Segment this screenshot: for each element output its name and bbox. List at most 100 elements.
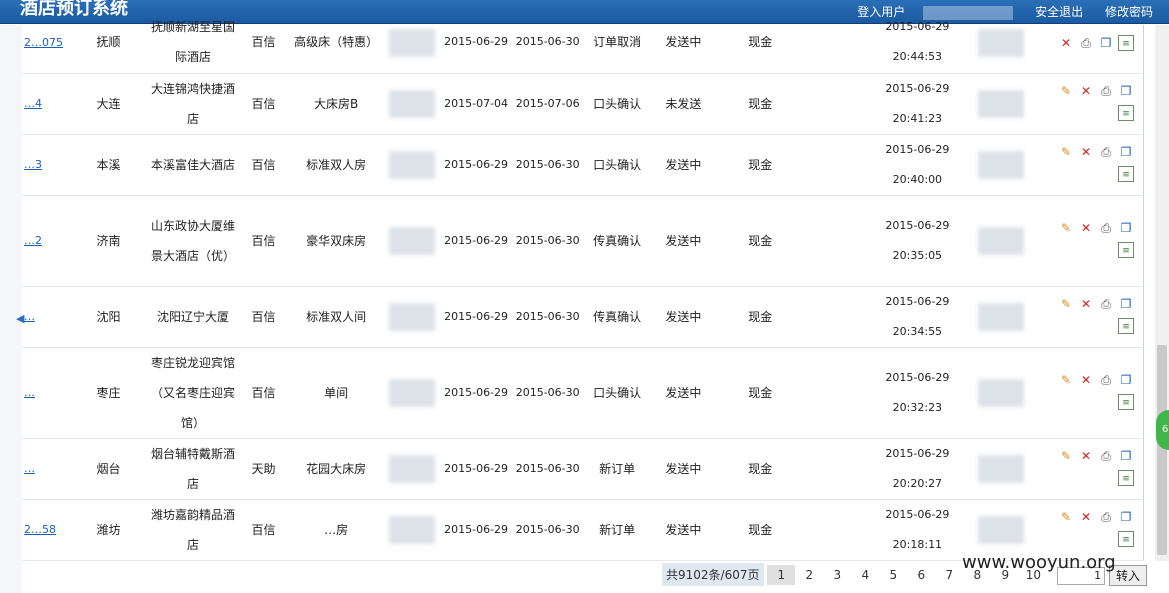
order-time: 20:41:23 [892, 111, 943, 125]
note-icon[interactable]: ≡ [1118, 470, 1134, 486]
print-icon[interactable]: ⎙ [1098, 448, 1114, 464]
order-date: 2015-06-29 [885, 446, 950, 460]
city-cell: 潍坊 [69, 499, 149, 561]
watermark: www.wooyun.org [962, 552, 1116, 573]
order-id-link[interactable]: … [24, 310, 35, 323]
orders-table: 2…075 抚顺 抚顺新湖至星国际酒店 百信 高级床（特惠） 2015-06-29 2015… [22, 12, 1144, 561]
page-link[interactable]: 4 [851, 565, 879, 585]
table-row: 2…075 抚顺 抚顺新湖至星国际酒店 百信 高级床（特惠） 2015-06-29 2015… [22, 12, 1144, 74]
checkout-cell: 2015-06-30 [511, 134, 584, 196]
print-icon[interactable]: ⎙ [1098, 372, 1114, 388]
print-icon[interactable]: ⎙ [1098, 509, 1114, 525]
payment-cell: 现金 [716, 286, 805, 348]
delete-icon[interactable]: ✕ [1078, 83, 1094, 99]
order-time: 20:18:11 [892, 537, 943, 551]
order-id-cell: … [22, 347, 70, 439]
order-time: 20:35:05 [892, 248, 943, 262]
note-icon[interactable]: ≡ [1118, 105, 1134, 121]
status-cell: 传真确认 [584, 195, 651, 287]
copy-icon[interactable]: ❐ [1118, 296, 1134, 312]
order-time-cell: 2015-06-29 20:18:11 [868, 499, 967, 561]
delete-icon[interactable]: ✕ [1078, 220, 1094, 236]
order-date: 2015-06-29 [885, 142, 950, 156]
city-cell: 济南 [69, 195, 149, 287]
checkout-cell: 2015-07-06 [511, 73, 584, 135]
send-status-cell: 发送中 [650, 134, 717, 196]
edit-icon[interactable]: ✎ [1058, 448, 1074, 464]
note-icon[interactable]: ≡ [1118, 394, 1134, 410]
checkin-cell: 2015-06-29 [440, 195, 512, 287]
send-status-cell: 发送中 [650, 499, 717, 561]
city-cell: 枣庄 [69, 347, 149, 439]
checkout-cell: 2015-06-30 [511, 286, 584, 348]
scrollbar[interactable] [1155, 25, 1169, 561]
actions-cell: ✎ ✕ ⎙ ❐ ≡ [1034, 286, 1144, 348]
note-icon[interactable]: ≡ [1118, 166, 1134, 182]
order-id-link[interactable]: …4 [24, 97, 42, 110]
copy-icon[interactable]: ❐ [1118, 448, 1134, 464]
checkout-cell: 2015-06-30 [511, 438, 584, 500]
copy-icon[interactable]: ❐ [1118, 220, 1134, 236]
print-icon[interactable]: ⎙ [1098, 220, 1114, 236]
masked-value [977, 303, 1024, 331]
status-cell: 口头确认 [584, 347, 651, 439]
checkin-cell: 2015-06-29 [440, 438, 512, 500]
page-link[interactable]: 6 [907, 565, 935, 585]
masked-cell [804, 438, 869, 500]
order-id-link[interactable]: 2…075 [24, 36, 63, 49]
copy-icon[interactable]: ❐ [1118, 83, 1134, 99]
order-id-link[interactable]: …3 [24, 158, 42, 171]
scrollbar-thumb[interactable] [1157, 345, 1167, 555]
source-cell: 百信 [237, 12, 290, 74]
note-icon[interactable]: ≡ [1118, 318, 1134, 334]
delete-icon[interactable]: ✕ [1078, 144, 1094, 160]
delete-icon[interactable]: ✕ [1058, 35, 1074, 51]
edit-icon[interactable]: ✎ [1058, 372, 1074, 388]
order-id-link[interactable]: … [24, 386, 35, 399]
print-icon[interactable]: ⎙ [1098, 296, 1114, 312]
copy-icon[interactable]: ❐ [1118, 509, 1134, 525]
page-link[interactable]: 3 [823, 565, 851, 585]
room-type-cell: 豪华双床房 [289, 195, 384, 287]
page-link[interactable]: 5 [879, 565, 907, 585]
payment-cell: 现金 [716, 347, 805, 439]
copy-icon[interactable]: ❐ [1098, 35, 1114, 51]
page-link[interactable]: 1 [767, 565, 796, 585]
table-row: …3 本溪 本溪富佳大酒店 百信 标准双人房 2015-06-29 2015-06-30 口头… [22, 134, 1144, 196]
delete-icon[interactable]: ✕ [1078, 372, 1094, 388]
floating-badge[interactable]: 6 [1156, 410, 1169, 450]
checkout-cell: 2015-06-30 [511, 195, 584, 287]
status-cell: 传真确认 [584, 286, 651, 348]
edit-icon[interactable]: ✎ [1058, 144, 1074, 160]
order-id-link[interactable]: … [24, 462, 35, 475]
edit-icon[interactable]: ✎ [1058, 509, 1074, 525]
note-icon[interactable]: ≡ [1118, 531, 1134, 547]
page-link[interactable]: 7 [935, 565, 963, 585]
masked-cell [804, 73, 869, 135]
order-id-link[interactable]: 2…58 [24, 523, 56, 536]
source-cell: 百信 [237, 73, 290, 135]
note-icon[interactable]: ≡ [1118, 242, 1134, 258]
checkin-cell: 2015-07-04 [440, 73, 512, 135]
print-icon[interactable]: ⎙ [1098, 83, 1114, 99]
delete-icon[interactable]: ✕ [1078, 448, 1094, 464]
copy-icon[interactable]: ❐ [1118, 144, 1134, 160]
page-link[interactable]: 2 [795, 565, 823, 585]
copy-icon[interactable]: ❐ [1118, 372, 1134, 388]
payment-cell: 现金 [716, 12, 805, 74]
delete-icon[interactable]: ✕ [1078, 296, 1094, 312]
hotel-name-cell: 山东政协大厦维景大酒店（优） [148, 195, 238, 287]
delete-icon[interactable]: ✕ [1078, 509, 1094, 525]
edit-icon[interactable]: ✎ [1058, 220, 1074, 236]
note-icon[interactable]: ≡ [1118, 34, 1134, 51]
edit-icon[interactable]: ✎ [1058, 83, 1074, 99]
order-id-link[interactable]: …2 [24, 234, 42, 247]
edit-icon[interactable]: ✎ [1058, 296, 1074, 312]
room-type-cell: 标准双人房 [289, 134, 384, 196]
print-icon[interactable]: ⎙ [1078, 35, 1094, 51]
print-icon[interactable]: ⎙ [1098, 144, 1114, 160]
masked-guest [388, 303, 435, 331]
masked-cell [966, 438, 1035, 500]
checkin-cell: 2015-06-29 [440, 134, 512, 196]
masked-guest [388, 28, 435, 57]
